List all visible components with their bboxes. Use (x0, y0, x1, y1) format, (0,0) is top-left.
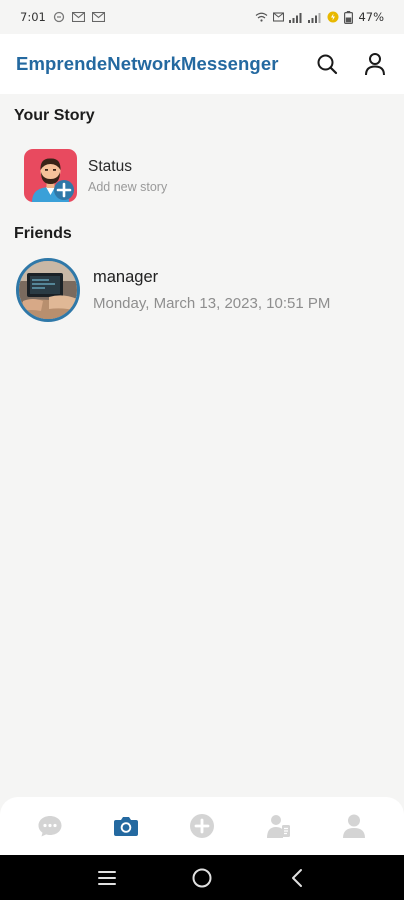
bottom-navigation (0, 797, 404, 855)
wifi-icon (255, 12, 268, 22)
battery-icon (344, 10, 354, 24)
camera-icon[interactable] (106, 806, 146, 846)
mail-icon (273, 12, 285, 22)
battery-percent: 47% (358, 10, 384, 24)
friend-avatar (16, 258, 80, 322)
story-title: Status (88, 157, 132, 175)
friend-list-item[interactable]: manager Monday, March 13, 2023, 10:51 PM (16, 258, 330, 322)
add-story-item[interactable]: Status Add new story (24, 149, 167, 202)
profile-icon[interactable] (334, 806, 374, 846)
power-save-icon (327, 11, 339, 23)
friend-timestamp: Monday, March 13, 2023, 10:51 PM (93, 295, 331, 312)
gmail-icon (91, 12, 105, 22)
chat-icon[interactable] (30, 806, 70, 846)
app-notification-icon (53, 11, 65, 23)
status-time: 7:01 (20, 10, 46, 24)
profile-icon[interactable] (362, 51, 388, 77)
back-icon[interactable] (282, 863, 312, 893)
recent-apps-icon[interactable] (92, 863, 122, 893)
app-title: EmprendeNetworkMessenger (16, 53, 279, 74)
signal-icon (289, 12, 303, 23)
gmail-icon (71, 12, 85, 22)
story-avatar (24, 149, 77, 202)
app-bar: EmprendeNetworkMessenger (0, 34, 404, 94)
friends-heading: Friends (14, 225, 72, 242)
home-icon[interactable] (187, 863, 217, 893)
your-story-heading: Your Story (14, 107, 95, 124)
system-navigation-bar (0, 855, 404, 900)
status-bar: 7:01 47% (0, 0, 404, 34)
search-icon[interactable] (314, 51, 340, 77)
contacts-icon[interactable] (258, 806, 298, 846)
friend-name: manager (93, 268, 159, 286)
signal-icon (308, 12, 322, 23)
add-icon[interactable] (182, 806, 222, 846)
story-subtitle: Add new story (88, 179, 168, 194)
